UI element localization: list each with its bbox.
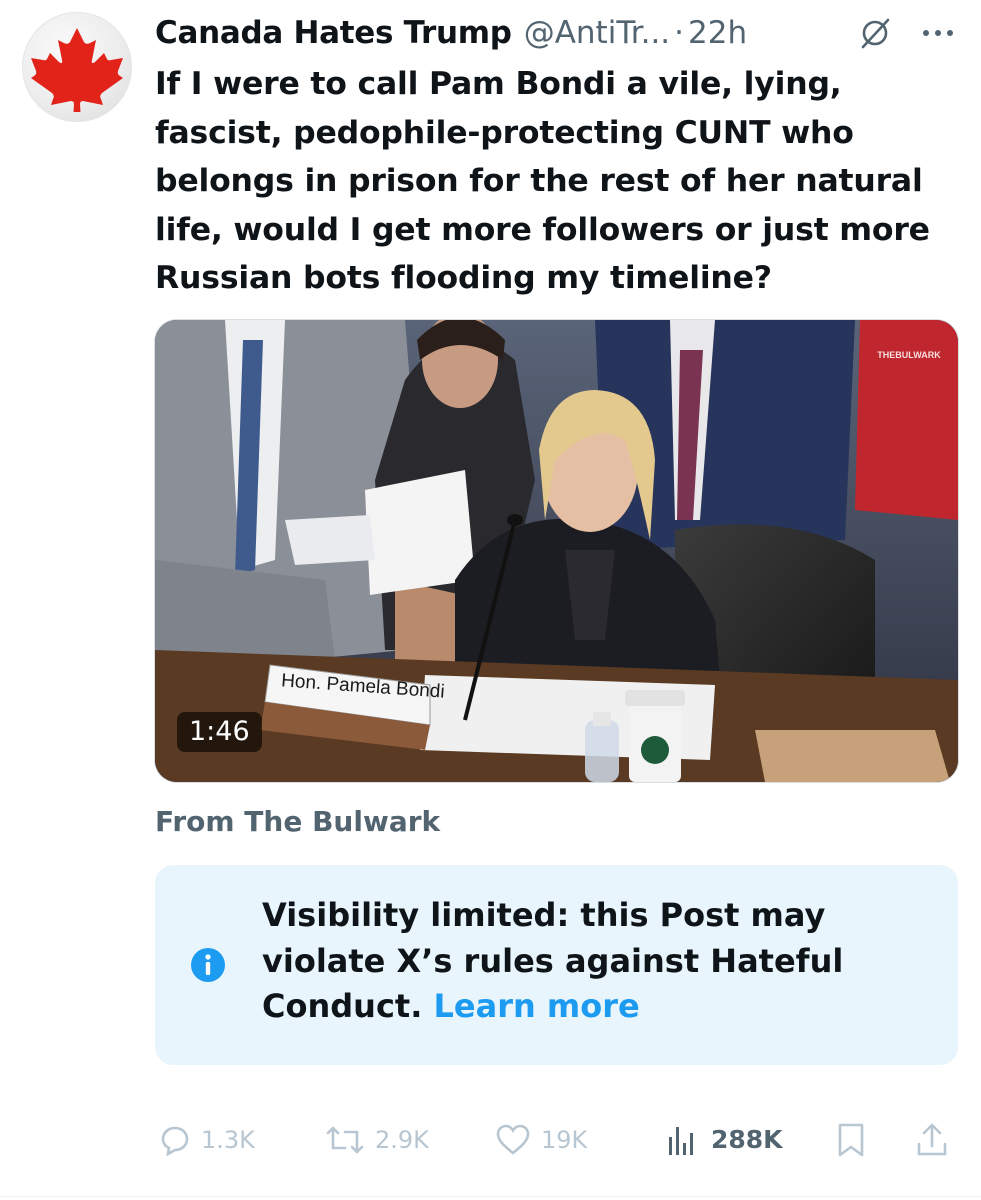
bookmark-button[interactable] [835, 1118, 867, 1162]
reply-count: 1.3K [201, 1126, 255, 1154]
learn-more-link[interactable]: Learn more [434, 987, 640, 1025]
post-time[interactable]: 22h [688, 10, 747, 56]
views-chart-icon [669, 1127, 693, 1155]
bulwark-watermark: THEBULWARK [877, 350, 941, 360]
heart-icon [496, 1124, 530, 1155]
repost-icon [326, 1126, 364, 1154]
action-bar: 1.3K 2.9K 19K 288K [155, 1110, 958, 1170]
video-player[interactable]: THEBULWARK Hon. Pamela Bondi 1:46 [155, 320, 958, 782]
separator-dot: · [674, 15, 685, 51]
avatar[interactable] [22, 12, 132, 122]
reply-icon [161, 1126, 189, 1156]
display-name[interactable]: Canada Hates Trump [155, 10, 512, 56]
like-button[interactable]: 19K [495, 1118, 587, 1162]
bottom-divider [0, 1196, 981, 1197]
user-handle[interactable]: @AntiTr... [524, 10, 670, 56]
reply-button[interactable]: 1.3K [159, 1118, 255, 1162]
visibility-notice: Visibility limited: this Post may violat… [155, 865, 958, 1065]
tweet[interactable]: Canada Hates Trump @AntiTr... · 22h If I… [0, 0, 981, 1200]
share-button[interactable] [915, 1118, 949, 1162]
repost-button[interactable]: 2.9K [325, 1118, 429, 1162]
tweet-text: If I were to call Pam Bondi a vile, lyin… [155, 66, 930, 297]
grok-icon[interactable] [858, 16, 892, 50]
share-icon [917, 1123, 947, 1156]
source-attribution[interactable]: From The Bulwark [155, 802, 440, 842]
more-options-icon[interactable] [918, 18, 958, 48]
bookmark-icon [838, 1123, 864, 1157]
repost-count: 2.9K [375, 1126, 429, 1154]
video-duration-badge: 1:46 [177, 712, 262, 752]
like-count: 19K [541, 1126, 588, 1154]
tweet-header: Canada Hates Trump @AntiTr... · 22h [155, 10, 965, 56]
view-count: 288K [711, 1125, 783, 1154]
video-thumbnail [155, 320, 958, 782]
views-button[interactable]: 288K [665, 1118, 783, 1162]
info-icon [191, 948, 225, 982]
notice-text: Visibility limited: this Post may violat… [262, 893, 922, 1030]
maple-leaf-icon [31, 28, 123, 112]
